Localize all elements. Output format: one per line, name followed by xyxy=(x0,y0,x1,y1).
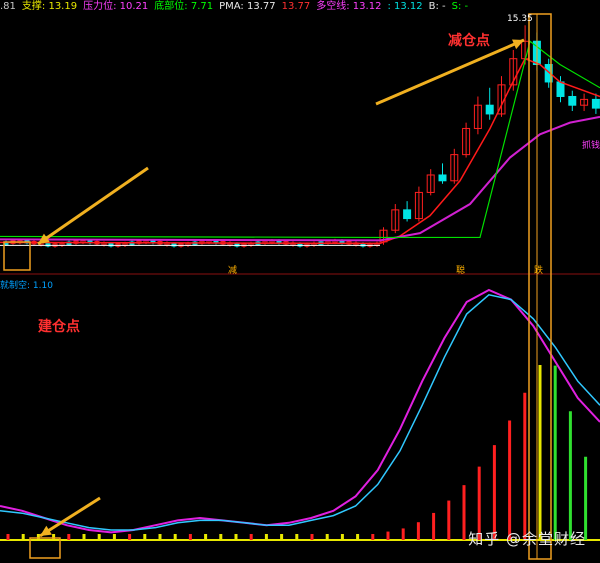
build-point-box xyxy=(3,241,31,271)
indicator-readout: 就制空: 1.10 xyxy=(0,281,53,291)
candle-body xyxy=(591,98,600,109)
header-item-3: 底部位: 7.71 xyxy=(154,1,214,12)
header-item-5: 13.77 xyxy=(281,1,311,12)
build-point-label: 建仓点 xyxy=(38,319,80,335)
annotation-overlay xyxy=(3,13,552,560)
candle-body xyxy=(438,174,447,182)
candle-body xyxy=(403,209,412,220)
chart-canvas xyxy=(0,13,600,560)
indicator-header: .81 支撑: 13.19 压力位: 10.21 底部位: 7.71 PMA: 13.7… xyxy=(0,0,600,14)
peak-price-label: 15.35 xyxy=(507,14,533,24)
header-item-6: 多空线: 13.12 xyxy=(316,1,382,12)
watermark: 知乎 @余堂财经 xyxy=(468,530,586,548)
header-item-1: 支撑: 13.19 xyxy=(21,1,78,12)
jump-signal-label: 跌 xyxy=(534,266,544,276)
buy-signal-label: 抓钱 xyxy=(582,141,600,151)
mid-signal-label: 聪 xyxy=(456,266,466,276)
candle-body xyxy=(556,81,565,97)
build-arrow-upper xyxy=(37,166,149,246)
header-item-0: .81 xyxy=(0,1,16,12)
reduce-point-label: 减仓点 xyxy=(448,33,490,49)
ma-fast-line xyxy=(0,57,600,245)
top-reduce-label: 减 xyxy=(228,266,238,276)
header-item-2: 压力位: 10.21 xyxy=(83,1,149,12)
indicator-bars xyxy=(0,365,600,541)
candle-body xyxy=(568,95,577,106)
candlestick-series xyxy=(3,25,600,248)
candle-body xyxy=(485,104,494,115)
ma-slow-line xyxy=(0,115,600,242)
header-item-7: : 13.12 xyxy=(387,1,423,12)
header-item-8: B: - xyxy=(428,1,446,12)
header-item-4: PMA: 13.77 xyxy=(219,1,276,12)
header-item-9: S: - xyxy=(451,1,469,12)
